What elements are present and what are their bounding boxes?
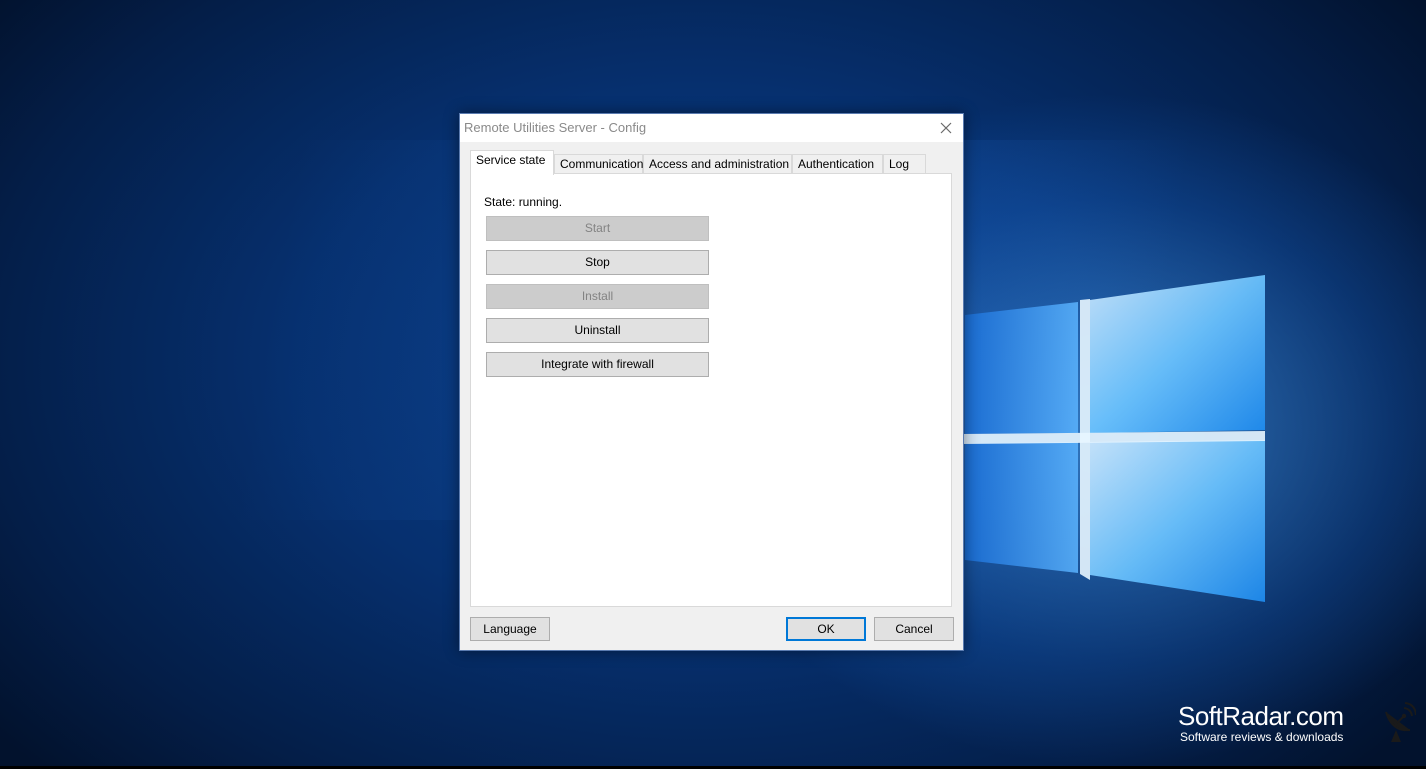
tab-service-state[interactable]: Service state bbox=[470, 150, 554, 175]
windows-logo-icon bbox=[960, 275, 1265, 602]
tab-log[interactable]: Log bbox=[883, 154, 926, 174]
close-icon bbox=[940, 122, 952, 134]
tab-communication[interactable]: Communication bbox=[554, 154, 643, 174]
uninstall-button[interactable]: Uninstall bbox=[486, 318, 709, 343]
tab-authentication[interactable]: Authentication bbox=[792, 154, 883, 174]
language-button[interactable]: Language bbox=[470, 617, 550, 641]
service-state-panel: State: running. Start Stop Install Unins… bbox=[470, 173, 952, 607]
close-button[interactable] bbox=[929, 114, 963, 142]
dialog-title: Remote Utilities Server - Config bbox=[464, 120, 647, 135]
tab-access-and-administration[interactable]: Access and administration bbox=[643, 154, 792, 174]
cancel-button[interactable]: Cancel bbox=[874, 617, 954, 641]
install-button[interactable]: Install bbox=[486, 284, 709, 309]
service-state-label: State: running. bbox=[484, 195, 563, 209]
watermark-title: SoftRadar.com bbox=[1178, 701, 1344, 731]
satellite-dish-icon bbox=[1385, 702, 1416, 742]
stop-button[interactable]: Stop bbox=[486, 250, 709, 275]
title-bar[interactable]: Remote Utilities Server - Config bbox=[460, 114, 963, 142]
ok-button[interactable]: OK bbox=[786, 617, 866, 641]
integrate-with-firewall-button[interactable]: Integrate with firewall bbox=[486, 352, 709, 377]
start-button[interactable]: Start bbox=[486, 216, 709, 241]
softradar-watermark: SoftRadar.com Software reviews & downloa… bbox=[1176, 700, 1416, 750]
desktop-background: Remote Utilities Server - Config Service… bbox=[0, 0, 1426, 769]
watermark-subtitle: Software reviews & downloads bbox=[1180, 730, 1344, 744]
config-dialog: Remote Utilities Server - Config Service… bbox=[459, 113, 964, 651]
